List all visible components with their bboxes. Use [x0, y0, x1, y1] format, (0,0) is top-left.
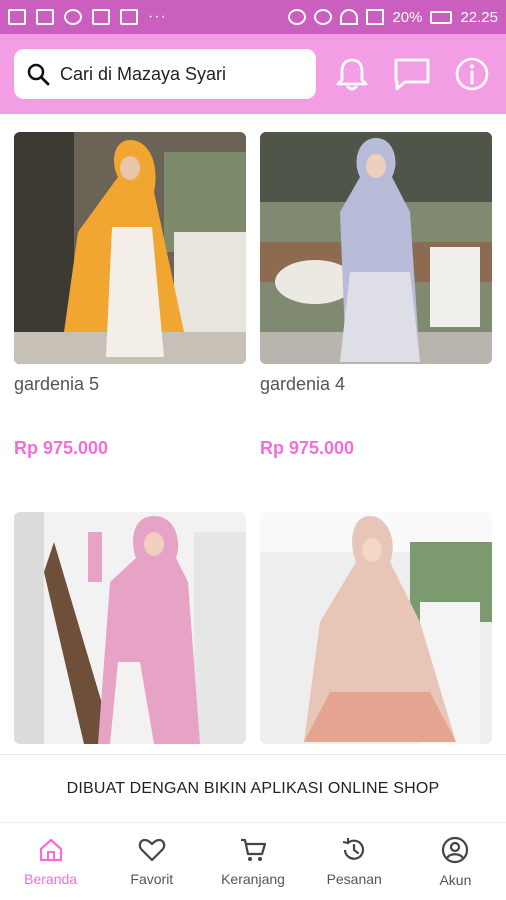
search-icon	[27, 63, 50, 86]
banner-text: DIBUAT DENGAN BIKIN APLIKASI ONLINE SHOP	[66, 779, 440, 797]
app-header	[0, 34, 506, 114]
product-image[interactable]	[14, 132, 246, 364]
sync-icon	[288, 9, 307, 25]
battery-icon	[430, 10, 453, 24]
wifi-icon	[340, 9, 359, 25]
alarm-icon	[314, 9, 333, 25]
search-bar[interactable]	[14, 49, 316, 99]
made-with-banner: DIBUAT DENGAN BIKIN APLIKASI ONLINE SHOP	[0, 754, 506, 822]
nav-akun[interactable]: Akun	[405, 823, 506, 900]
mail-icon	[92, 9, 110, 25]
nav-beranda[interactable]: Beranda	[0, 823, 101, 900]
gmail-icon	[120, 9, 138, 25]
more-notifications: ···	[148, 8, 167, 25]
cleaner-icon	[36, 9, 54, 25]
nav-label: Favorit	[130, 870, 174, 887]
nav-favorit[interactable]: Favorit	[101, 823, 202, 900]
info-icon	[455, 57, 489, 91]
nav-label: Keranjang	[221, 870, 285, 887]
product-price: Rp 975.000	[14, 438, 109, 458]
nav-label: Akun	[439, 871, 472, 888]
notification-icon	[8, 9, 26, 25]
messages-button[interactable]	[392, 54, 432, 94]
product-image[interactable]	[14, 512, 246, 744]
heart-icon	[138, 838, 166, 861]
chat-bubble-icon	[64, 9, 82, 25]
info-button[interactable]	[452, 54, 492, 94]
search-input[interactable]	[60, 63, 300, 85]
battery-percent: 20%	[392, 8, 423, 26]
nav-pesanan[interactable]: Pesanan	[304, 823, 405, 900]
product-name[interactable]: gardenia 5	[14, 374, 246, 438]
notifications-button[interactable]	[332, 54, 372, 94]
status-bar: ··· 20% 22.25	[0, 0, 506, 34]
home-icon	[39, 838, 62, 861]
account-icon	[442, 836, 469, 863]
product-card[interactable]: gardenia 5 Rp 975.000	[14, 132, 246, 498]
cart-icon	[241, 838, 267, 861]
nav-label: Pesanan	[326, 870, 382, 887]
signal-icon	[366, 9, 385, 25]
product-image[interactable]	[260, 512, 492, 744]
bottom-navigation: Beranda Favorit Keranjang Pesanan Akun	[0, 822, 506, 900]
nav-label: Beranda	[24, 870, 78, 887]
message-icon	[394, 58, 430, 91]
nav-keranjang[interactable]: Keranjang	[202, 823, 303, 900]
clock: 22.25	[460, 8, 498, 26]
product-image[interactable]	[260, 132, 492, 364]
product-name[interactable]: gardenia 4	[260, 374, 492, 438]
history-icon	[343, 837, 365, 860]
product-card[interactable]: gardenia 4 Rp 975.000	[260, 132, 492, 498]
product-price: Rp 975.000	[260, 438, 355, 458]
bell-icon	[336, 58, 368, 91]
